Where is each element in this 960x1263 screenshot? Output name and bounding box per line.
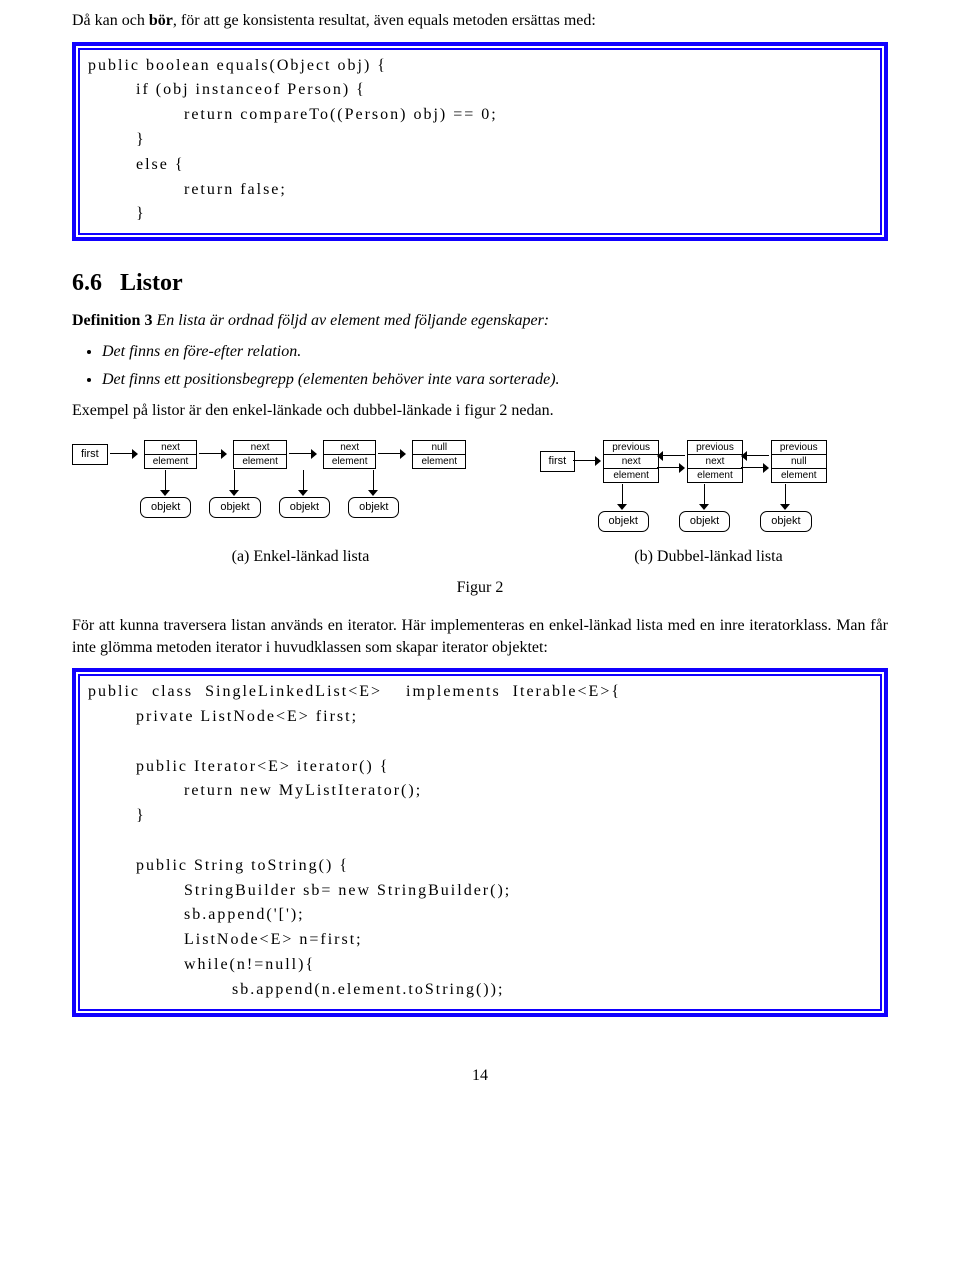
arrow-right-icon	[657, 463, 685, 473]
dlist-node: previous null element	[771, 440, 827, 483]
arrow-left-icon	[741, 451, 769, 461]
objekt-label: objekt	[151, 501, 180, 513]
definition-label: Definition 3	[72, 312, 152, 329]
after-bullets-paragraph: Exempel på listor är den enkel-länkade o…	[72, 400, 888, 422]
objekt-label: objekt	[690, 515, 719, 527]
code-block-singlelinkedlist: public class SingleLinkedList<E> impleme…	[72, 668, 888, 1016]
first-box: first	[72, 444, 108, 465]
arrow-right-icon	[110, 449, 138, 459]
objekt-label: objekt	[290, 501, 319, 513]
node-element: element	[413, 455, 465, 468]
node-previous: previous	[688, 441, 742, 455]
intro-suffix: , för att ge konsistenta resultat, även …	[173, 12, 596, 29]
definition-line: Definition 3 En lista är ordnad följd av…	[72, 310, 888, 332]
node-next: next	[145, 441, 197, 455]
caption-b: (b) Dubbel-länkad lista	[529, 546, 888, 568]
figure-label: Figur 2	[72, 577, 888, 599]
objekt-label: objekt	[771, 515, 800, 527]
objekt-box: objekt	[140, 497, 191, 518]
node-null: null	[413, 441, 465, 455]
objekt-box: objekt	[679, 511, 730, 532]
code-singlelinkedlist: public class SingleLinkedList<E> impleme…	[88, 680, 872, 1002]
figure-captions: (a) Enkel-länkad lista (b) Dubbel-länkad…	[72, 546, 888, 568]
node-element: element	[604, 469, 658, 482]
node-next: next	[604, 455, 658, 469]
bullet-item: Det finns ett positionsbegrepp (elemente…	[102, 369, 888, 391]
objekt-label: objekt	[609, 515, 638, 527]
objekt-box: objekt	[598, 511, 649, 532]
arrow-down-icon	[369, 470, 379, 496]
iterator-paragraph: För att kunna traversera listan används …	[72, 615, 888, 658]
figure-b: first previous next element previous nex…	[540, 440, 888, 532]
node-next: next	[234, 441, 286, 455]
section-number: 6.6	[72, 270, 102, 296]
first-box: first	[540, 451, 576, 472]
objekt-box: objekt	[760, 511, 811, 532]
section-title: Listor	[120, 270, 183, 296]
dlist-node: previous next element	[603, 440, 659, 483]
figure-a: first next element next element next ele…	[72, 440, 516, 518]
arrow-down-icon	[781, 484, 791, 510]
node-element: element	[324, 455, 376, 468]
node-previous: previous	[604, 441, 658, 455]
caption-a: (a) Enkel-länkad lista	[72, 546, 529, 568]
list-node: next element	[233, 440, 287, 469]
bullet-item: Det finns en före-efter relation.	[102, 341, 888, 363]
intro-paragraph: Då kan och bör, för att ge konsistenta r…	[72, 10, 888, 32]
code-equals: public boolean equals(Object obj) { if (…	[88, 54, 872, 228]
arrow-right-icon	[199, 449, 227, 459]
node-element: element	[145, 455, 197, 468]
arrow-right-icon	[741, 463, 769, 473]
arrow-left-icon	[657, 451, 685, 461]
figure-2: first next element next element next ele…	[72, 440, 888, 532]
objekt-label: objekt	[220, 501, 249, 513]
arrow-down-icon	[161, 470, 171, 496]
objekt-box: objekt	[209, 497, 260, 518]
dlist-node: previous next element	[687, 440, 743, 483]
list-node: next element	[323, 440, 377, 469]
node-previous: previous	[772, 441, 826, 455]
arrow-right-icon	[573, 456, 601, 466]
code-block-equals: public boolean equals(Object obj) { if (…	[72, 42, 888, 242]
page-number: 14	[72, 1065, 888, 1087]
arrow-right-icon	[289, 449, 317, 459]
arrow-down-icon	[700, 484, 710, 510]
node-element: element	[688, 469, 742, 482]
arrow-right-icon	[378, 449, 406, 459]
arrow-down-icon	[299, 470, 309, 496]
section-heading: 6.6 Listor	[72, 267, 888, 299]
node-element: element	[234, 455, 286, 468]
node-next: next	[324, 441, 376, 455]
objekt-label: objekt	[359, 501, 388, 513]
arrow-down-icon	[230, 470, 240, 496]
definition-text: En lista är ordnad följd av element med …	[156, 312, 549, 329]
objekt-box: objekt	[279, 497, 330, 518]
list-node: null element	[412, 440, 466, 469]
bullet-list: Det finns en före-efter relation. Det fi…	[72, 341, 888, 390]
list-node: next element	[144, 440, 198, 469]
node-element: element	[772, 469, 826, 482]
arrow-down-icon	[618, 484, 628, 510]
intro-bold: bör	[149, 12, 173, 29]
intro-prefix: Då kan och	[72, 12, 149, 29]
node-next: next	[688, 455, 742, 469]
node-null: null	[772, 455, 826, 469]
objekt-box: objekt	[348, 497, 399, 518]
